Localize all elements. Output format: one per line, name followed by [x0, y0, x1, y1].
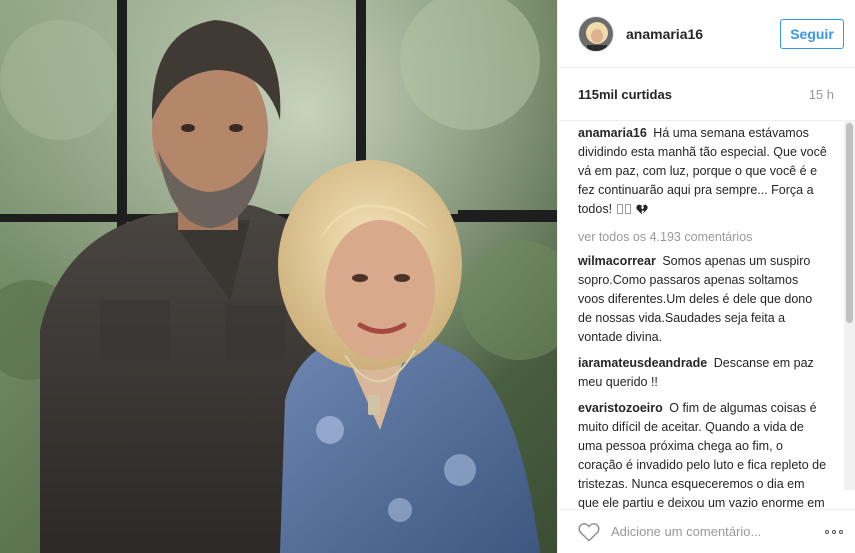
caption-username[interactable]: anamaria16: [578, 126, 647, 140]
comment-item: evaristozoeiro O fim de algumas coisas é…: [578, 399, 828, 509]
dot: [832, 529, 836, 534]
comment-username[interactable]: evaristozoeiro: [578, 401, 663, 415]
emoji-placeholder-icon: [624, 204, 631, 214]
more-options-icon[interactable]: [825, 526, 843, 538]
author-username[interactable]: anamaria16: [626, 26, 780, 42]
avatar[interactable]: [578, 15, 614, 52]
view-all-comments-link[interactable]: ver todos os 4.193 comentários: [578, 228, 828, 247]
emoji-placeholder-icon: [616, 204, 623, 214]
post-photo[interactable]: [0, 0, 557, 553]
scrollbar-thumb[interactable]: [846, 123, 853, 323]
comment-text: O fim de algumas coisas é muito difícil …: [578, 401, 827, 509]
broken-heart-icon: [636, 202, 648, 221]
caption: anamaria16 Há uma semana estávamos divid…: [578, 124, 828, 221]
post-photo-image: [0, 0, 557, 553]
comment-username[interactable]: iaramateusdeandrade: [578, 356, 707, 370]
dot: [839, 529, 843, 534]
dot: [825, 529, 829, 534]
post-meta: 115mil curtidas 15 h: [558, 68, 844, 120]
follow-button[interactable]: Seguir: [780, 18, 844, 49]
add-comment-input[interactable]: [611, 524, 825, 539]
comment-item: wilmacorrear Somos apenas um suspiro sop…: [578, 252, 828, 347]
post-time[interactable]: 15 h: [809, 87, 834, 102]
avatar-image: [579, 16, 613, 51]
likes-count[interactable]: 115mil curtidas: [578, 87, 672, 102]
instagram-post: anamaria16 Seguir 115mil curtidas 15 h a…: [0, 0, 855, 553]
post-header: anamaria16 Seguir: [558, 0, 855, 68]
comment-item: iaramateusdeandrade Descanse em paz meu …: [578, 354, 828, 392]
comment-bar: [558, 509, 855, 553]
post-sidebar: anamaria16 Seguir 115mil curtidas 15 h a…: [557, 0, 855, 553]
heart-outline-icon[interactable]: [578, 522, 600, 542]
comments-list[interactable]: anamaria16 Há uma semana estávamos divid…: [558, 120, 844, 509]
comment-username[interactable]: wilmacorrear: [578, 254, 656, 268]
